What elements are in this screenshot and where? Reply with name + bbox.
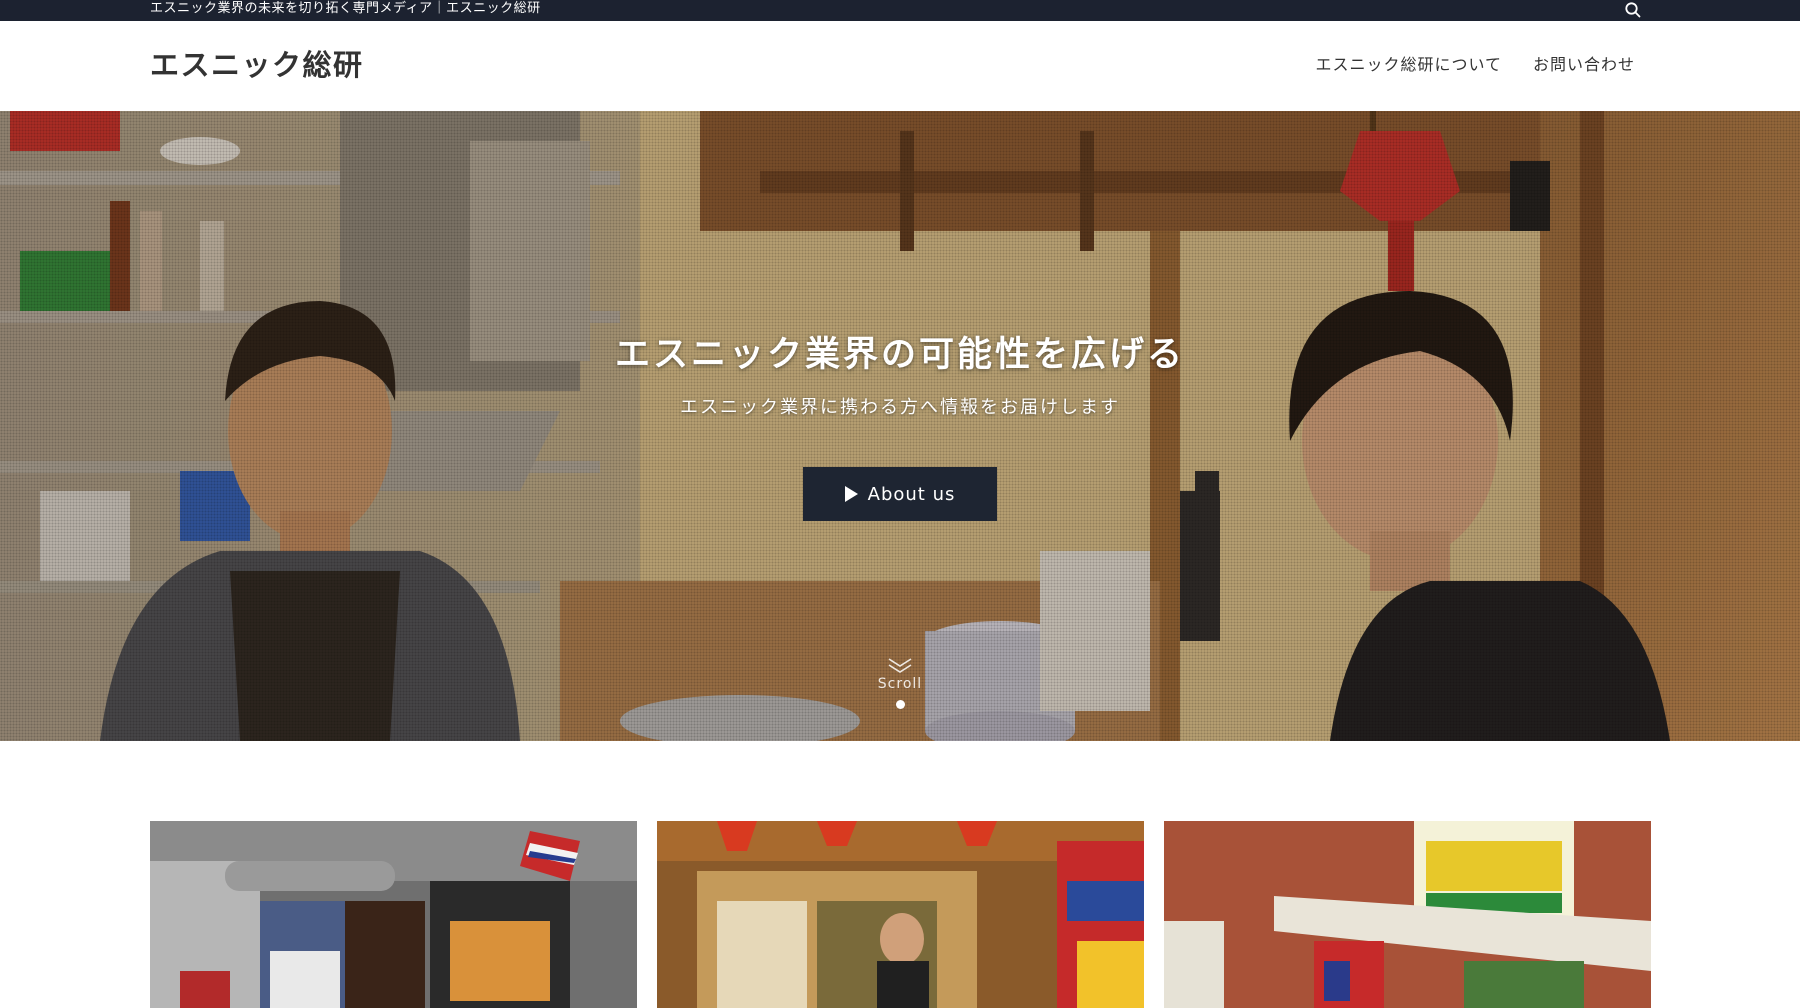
scroll-label: Scroll [877, 676, 923, 692]
hero-subtitle: エスニック業界に携わる方へ情報をお届けします [680, 397, 1120, 418]
article-card-2-image [657, 821, 1144, 1008]
article-card-2[interactable] [657, 821, 1144, 1008]
scroll-dot [895, 700, 905, 709]
site-tagline: エスニック業界の未来を切り拓く専門メディア｜エスニック総研 [150, 1, 541, 16]
hero-section: エスニック業界の可能性を広げる エスニック業界に携わる方へ情報をお届けします A… [0, 111, 1800, 741]
about-us-button[interactable]: About us [803, 467, 997, 521]
article-card-3[interactable] [1164, 821, 1651, 1008]
article-cards [150, 821, 1651, 1008]
scroll-indicator[interactable]: Scroll [860, 656, 940, 736]
article-card-1-image [150, 821, 637, 1008]
hero-title: エスニック業界の可能性を広げる [614, 335, 1185, 375]
about-us-button-label: About us [867, 483, 956, 505]
article-card-3-image [1164, 821, 1651, 1008]
top-bar: エスニック業界の未来を切り拓く専門メディア｜エスニック総研 [0, 0, 1800, 21]
chevron-down-icon [888, 658, 912, 673]
site-logo-title[interactable]: エスニック総研 [150, 45, 364, 85]
search-icon[interactable] [1624, 1, 1642, 19]
play-icon [844, 486, 858, 502]
article-card-1[interactable] [150, 821, 637, 1008]
site-header: エスニック総研 エスニック総研について お問い合わせ [0, 21, 1800, 111]
nav-item-contact[interactable]: お問い合わせ [1533, 54, 1635, 76]
nav-item-about[interactable]: エスニック総研について [1315, 54, 1502, 76]
hero-dot-overlay [0, 111, 1800, 741]
main-nav: エスニック総研について お問い合わせ [1315, 54, 1635, 76]
